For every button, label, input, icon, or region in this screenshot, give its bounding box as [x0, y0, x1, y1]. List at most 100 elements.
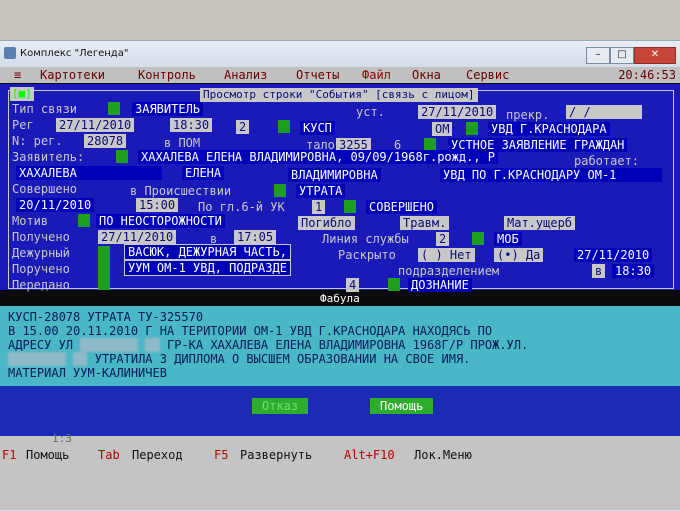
menu-item-fail[interactable]: Файл — [362, 67, 391, 83]
app-icon — [4, 47, 16, 59]
menu-bar: ≡ Картотеки Контроль Анализ Отчеты Файл … — [0, 67, 680, 83]
zayav-marker — [116, 150, 128, 163]
sov-status[interactable]: СОВЕРШЕНО — [366, 200, 438, 214]
vpom-label: в ПОМ — [164, 136, 201, 150]
pol-date[interactable]: 27/11/2010 — [98, 230, 177, 244]
close-button[interactable]: ✕ — [634, 47, 676, 64]
reg-time[interactable]: 18:30 — [170, 118, 213, 132]
maximize-button[interactable]: □ — [610, 47, 634, 64]
title-bar: Комплекс "Легенда" – □ ✕ — [0, 41, 680, 67]
page-indicator: 1:3 — [52, 432, 72, 445]
hotkey-tab-desc: Переход — [132, 448, 183, 462]
pogl-value[interactable]: 1 — [312, 200, 326, 214]
motiv-marker — [78, 214, 90, 227]
mob-value[interactable]: МОБ — [494, 232, 522, 246]
om-value[interactable]: ОМ — [432, 122, 453, 136]
motiv-value[interactable]: ПО НЕОСТОРОЖНОСТИ — [96, 214, 225, 228]
fabula-label: Фабула — [320, 292, 360, 305]
rabota-value[interactable]: УВД ПО Г.КРАСНОДАРУ ОМ-1 — [440, 168, 662, 182]
fabula-text-area[interactable]: КУСП-28078 УТРАТА ТУ-325570 В 15.00 20.1… — [0, 306, 680, 386]
reg-date[interactable]: 27/11/2010 — [56, 118, 135, 132]
fabula-line: УТРАТИЛА 3 ДИПЛОМА О ВЫСШЕМ ОБРАЗОВАНИИ … — [94, 352, 471, 366]
hotkey-alt-f10-desc: Лок.Меню — [414, 448, 472, 462]
dezhurny-marker — [98, 246, 110, 290]
menu-item-analiz[interactable]: Анализ — [224, 67, 267, 83]
raskryto-net[interactable]: ( ) Нет — [418, 248, 475, 262]
hotkey-tab[interactable]: Tab — [98, 448, 120, 462]
help-button[interactable]: Помощь — [370, 398, 434, 414]
hotkey-f5[interactable]: F5 — [214, 448, 228, 462]
mob-marker — [472, 232, 484, 245]
raskryto-date[interactable]: 27/11/2010 — [574, 248, 653, 262]
uvd-marker — [466, 122, 478, 135]
sov-st-marker — [344, 200, 356, 213]
label-dezhurny: Дежурный — [12, 246, 70, 260]
menu-item-kontrol[interactable]: Контроль — [138, 67, 196, 83]
zayav-value[interactable]: ХАХАЛЕВА ЕЛЕНА ВЛАДИМИРОВНА, 09/09/1968г… — [138, 150, 499, 164]
clock: 20:46:53 — [618, 68, 676, 82]
window-title: Комплекс "Легенда" — [20, 48, 129, 59]
doznanie-value[interactable]: ДОЗНАНИЕ — [408, 278, 472, 292]
pol-time[interactable]: 17:05 — [234, 230, 277, 244]
sov-time[interactable]: 15:00 — [136, 198, 179, 212]
kusp-value[interactable]: КУСП — [300, 121, 335, 135]
nreg-value[interactable]: 28078 — [84, 134, 127, 148]
hotkey-f1-desc: Помощь — [26, 448, 70, 462]
imya-value[interactable]: ЕЛЕНА — [182, 166, 225, 180]
hotkey-f1[interactable]: F1 — [2, 448, 16, 462]
label-motiv: Мотив — [12, 214, 49, 228]
label-reg: Рег — [12, 118, 34, 132]
dezhurny-value-2[interactable]: УУМ ОМ-1 УВД, ПОДРАЗДЕ — [124, 260, 291, 276]
fabula-line: КУСП-28078 УТРАТА ТУ-325570 — [8, 310, 204, 324]
label-polucheno: Получено — [12, 230, 70, 244]
label-ust: уст. — [356, 105, 385, 119]
fabula-line: В 15.00 20.11.2010 Г НА ТЕРИТОРИИ ОМ-1 У… — [8, 324, 493, 338]
peredano-n[interactable]: 4 — [346, 278, 360, 292]
label-zayav: Заявитель: — [12, 150, 85, 164]
kusp-marker — [278, 120, 290, 133]
minimize-button[interactable]: – — [586, 47, 610, 64]
label-prekr: прекр. — [506, 108, 550, 122]
sov-date[interactable]: 20/11/2010 — [16, 198, 95, 212]
hotkey-alt-f10[interactable]: Alt+F10 — [344, 448, 395, 462]
cancel-button[interactable]: Отказ — [252, 398, 309, 414]
otchestvo-value[interactable]: ВЛАДИМИРОВНА — [288, 168, 381, 182]
reg-num[interactable]: 2 — [236, 120, 250, 134]
familiya-value[interactable]: ХАХАЛЕВА — [16, 166, 162, 180]
label-liniya: Линия службы — [322, 232, 409, 246]
redacted-block: XX — [145, 338, 160, 352]
form-corner[interactable]: [■] — [10, 87, 34, 101]
label-mat: Мат.ущерб — [504, 216, 576, 230]
label-vproish: в Происшествии — [130, 184, 232, 198]
liniya-value[interactable]: 2 — [436, 232, 450, 246]
label-raskryto: Раскрыто — [338, 248, 396, 262]
menu-hotkey-icon: ≡ — [14, 68, 22, 82]
svyaz-marker — [108, 102, 120, 115]
form-title: Просмотр строки "События" [связь с лицом… — [200, 88, 478, 102]
fabula-line: ГР-КА ХАХАЛЕВА ЕЛЕНА ВЛАДИМИРОВНА 1968Г/… — [166, 338, 529, 352]
dezhurny-value-1[interactable]: ВАСЮК, ДЕЖУРНАЯ ЧАСТЬ, — [124, 244, 291, 260]
label-svyaz: Тип связи — [12, 102, 78, 116]
uvd-value[interactable]: УВД Г.КРАСНОДАРА — [488, 122, 610, 136]
label-soversheno: Совершено — [12, 182, 78, 196]
fabula-line: МАТЕРИАЛ УУМ-КАЛИНИЧЕВ — [8, 366, 167, 380]
menu-item-otchety[interactable]: Отчеты — [296, 67, 339, 83]
raskryto-time[interactable]: 18:30 — [612, 264, 655, 278]
ust-date[interactable]: 27/11/2010 — [418, 105, 497, 119]
label-nreg: N: рег. — [12, 134, 63, 148]
label-peredano: Передано — [12, 278, 70, 292]
prekr-date[interactable]: / / — [566, 105, 642, 119]
menu-item-okna[interactable]: Окна — [412, 67, 441, 83]
label-podraz: подразделением — [398, 264, 500, 278]
redacted-block: XXXXXXXX — [8, 352, 66, 366]
hotkey-f5-desc: Развернуть — [240, 448, 313, 462]
utrata-marker — [274, 184, 286, 197]
raskryto-da[interactable]: (•) Да — [494, 248, 544, 262]
label-rabotaet: работает: — [574, 154, 640, 168]
menu-item-servis[interactable]: Сервис — [466, 67, 509, 83]
utrata-value[interactable]: УТРАТА — [296, 184, 346, 198]
label-porucheno: Поручено — [12, 262, 70, 276]
menu-item-kartoteki[interactable]: Картотеки — [40, 67, 105, 83]
svyaz-value[interactable]: ЗАЯВИТЕЛЬ — [132, 102, 204, 116]
redacted-block: XXXXXXXX — [80, 338, 139, 352]
